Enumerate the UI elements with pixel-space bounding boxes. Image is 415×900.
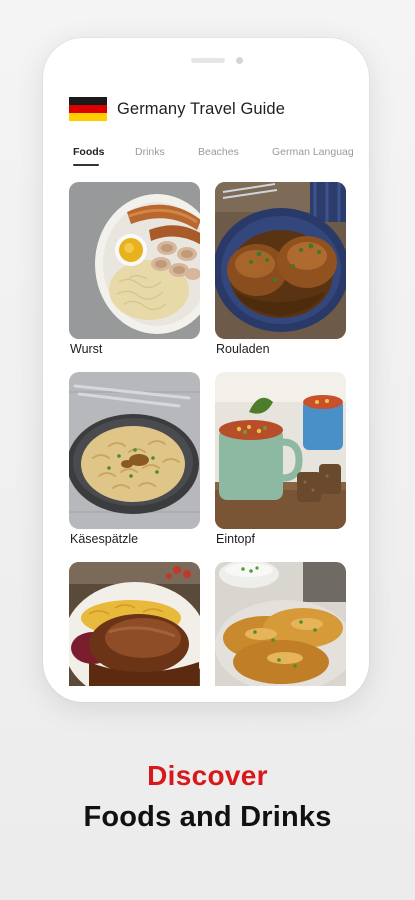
food-card-kartoffelpuffer[interactable] [215, 562, 346, 686]
food-label-rouladen: Rouladen [216, 342, 270, 356]
food-image-eintopf [215, 372, 346, 529]
front-camera [236, 57, 243, 64]
food-label-eintopf: Eintopf [216, 532, 255, 546]
speaker-grille [191, 58, 225, 63]
tab-beaches[interactable]: Beaches [198, 146, 239, 158]
food-card-sauerbraten[interactable] [69, 562, 200, 686]
food-card-kasespatzle[interactable]: Käsespätzle [69, 372, 200, 546]
germany-flag-icon [69, 97, 107, 121]
app-header: Germany Travel Guide [69, 96, 285, 122]
food-image-potato-pancakes [215, 562, 346, 686]
app-title: Germany Travel Guide [117, 99, 285, 118]
food-image-wurst [69, 182, 200, 339]
phone-frame: Germany Travel Guide Foods Drinks Beache… [43, 38, 369, 702]
food-card-wurst[interactable]: Wurst [69, 182, 200, 356]
food-label-kasespatzle: Käsespätzle [70, 532, 139, 546]
food-image-kasespatzle [69, 372, 200, 529]
tab-german-language[interactable]: German Languag [272, 146, 354, 158]
tab-drinks[interactable]: Drinks [135, 146, 165, 158]
food-image-rouladen [215, 182, 346, 339]
food-image-roast [69, 562, 200, 686]
tagline-foods-and-drinks: Foods and Drinks [83, 801, 332, 833]
category-tabs: Foods Drinks Beaches German Languag [73, 146, 369, 170]
food-card-rouladen[interactable]: Rouladen [215, 182, 346, 356]
food-card-eintopf[interactable]: Eintopf [215, 372, 346, 546]
active-tab-indicator [73, 164, 99, 166]
food-label-wurst: Wurst [70, 342, 103, 356]
tab-foods[interactable]: Foods [73, 146, 105, 158]
tagline-discover: Discover [147, 760, 268, 791]
